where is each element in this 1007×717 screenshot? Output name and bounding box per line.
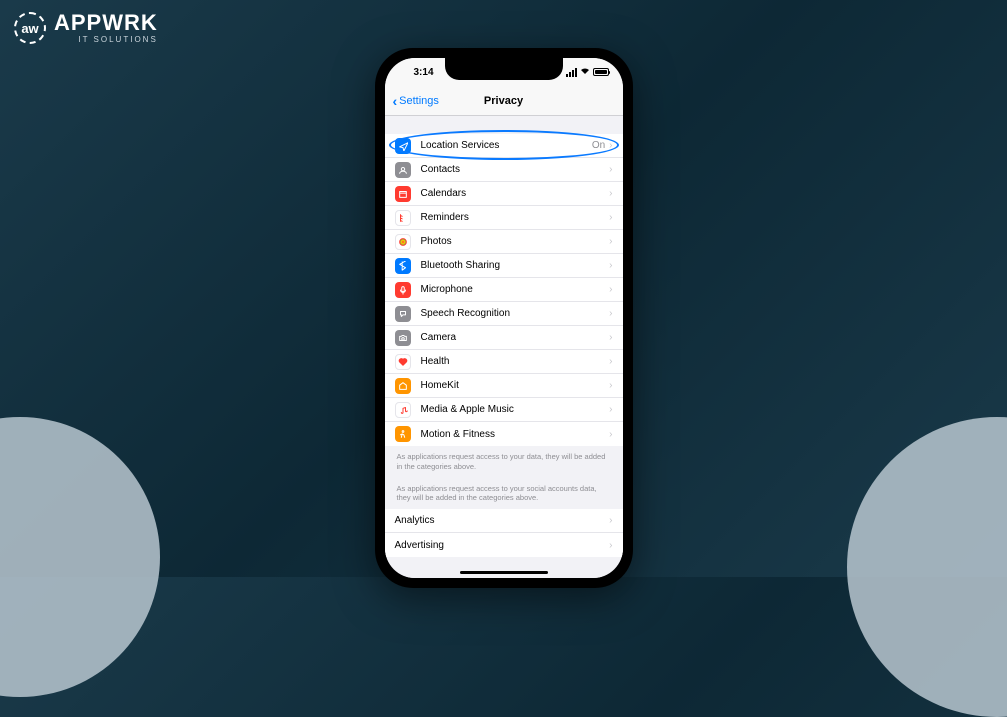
section-footer-2: As applications request access to your s… <box>385 478 623 510</box>
chevron-right-icon: › <box>609 540 612 551</box>
settings-row-advertising[interactable]: Advertising› <box>385 533 623 557</box>
homekit-icon <box>395 378 411 394</box>
settings-row-location-services[interactable]: Location ServicesOn › <box>385 134 623 158</box>
photos-icon <box>395 234 411 250</box>
brand-subtitle: IT SOLUTIONS <box>78 36 157 44</box>
chevron-right-icon: › <box>609 404 612 415</box>
privacy-categories-section: Location ServicesOn›Contacts›Calendars›R… <box>385 134 623 446</box>
row-label: Health <box>421 356 610 367</box>
phone-frame: 3:14 ‹ Settings Privacy Location Service… <box>375 48 633 588</box>
chevron-right-icon: › <box>609 332 612 343</box>
status-time: 3:14 <box>399 67 449 78</box>
row-label: Location Services <box>421 140 592 151</box>
battery-icon <box>593 68 609 76</box>
wifi-icon <box>580 67 590 77</box>
chevron-right-icon: › <box>609 188 612 199</box>
analytics-section: Analytics›Advertising› <box>385 509 623 557</box>
calendar-icon <box>395 186 411 202</box>
chevron-right-icon: › <box>609 140 612 151</box>
settings-row-reminders[interactable]: Reminders› <box>385 206 623 230</box>
chevron-right-icon: › <box>609 212 612 223</box>
chevron-right-icon: › <box>609 284 612 295</box>
brand-name: APPWRK <box>54 12 158 34</box>
settings-content[interactable]: Location ServicesOn›Contacts›Calendars›R… <box>385 116 623 578</box>
microphone-icon <box>395 282 411 298</box>
decorative-circle-right <box>847 417 1007 717</box>
brand-logo-block: aw APPWRK IT SOLUTIONS <box>14 12 158 44</box>
health-icon <box>395 354 411 370</box>
row-label: Advertising <box>395 540 610 551</box>
phone-notch <box>445 58 563 80</box>
home-indicator[interactable] <box>460 571 548 574</box>
settings-row-microphone[interactable]: Microphone› <box>385 278 623 302</box>
row-label: Microphone <box>421 284 610 295</box>
location-arrow-icon <box>395 138 411 154</box>
page-title: Privacy <box>484 95 523 107</box>
row-label: Camera <box>421 332 610 343</box>
row-label: Reminders <box>421 212 610 223</box>
chevron-right-icon: › <box>609 356 612 367</box>
phone-screen: 3:14 ‹ Settings Privacy Location Service… <box>385 58 623 578</box>
chevron-right-icon: › <box>609 429 612 440</box>
row-value: On <box>592 140 605 151</box>
settings-row-motion-fitness[interactable]: Motion & Fitness› <box>385 422 623 446</box>
speech-icon <box>395 306 411 322</box>
settings-row-media-apple-music[interactable]: Media & Apple Music› <box>385 398 623 422</box>
decorative-circle-left <box>0 417 160 697</box>
row-label: Calendars <box>421 188 610 199</box>
row-label: Bluetooth Sharing <box>421 260 610 271</box>
row-label: Speech Recognition <box>421 308 610 319</box>
navigation-bar: ‹ Settings Privacy <box>385 86 623 116</box>
back-label: Settings <box>399 95 439 107</box>
chevron-left-icon: ‹ <box>393 93 398 109</box>
signal-icon <box>566 68 577 77</box>
chevron-right-icon: › <box>609 236 612 247</box>
settings-row-bluetooth-sharing[interactable]: Bluetooth Sharing› <box>385 254 623 278</box>
row-label: Motion & Fitness <box>421 429 610 440</box>
bluetooth-icon <box>395 258 411 274</box>
chevron-right-icon: › <box>609 380 612 391</box>
row-label: Analytics <box>395 515 610 526</box>
reminders-icon <box>395 210 411 226</box>
chevron-right-icon: › <box>609 260 612 271</box>
settings-row-homekit[interactable]: HomeKit› <box>385 374 623 398</box>
motion-icon <box>395 426 411 442</box>
music-icon <box>395 402 411 418</box>
row-label: Media & Apple Music <box>421 404 610 415</box>
settings-row-analytics[interactable]: Analytics› <box>385 509 623 533</box>
camera-icon <box>395 330 411 346</box>
chevron-right-icon: › <box>609 164 612 175</box>
settings-row-health[interactable]: Health› <box>385 350 623 374</box>
brand-logo-icon: aw <box>14 12 46 44</box>
settings-row-camera[interactable]: Camera› <box>385 326 623 350</box>
row-label: Photos <box>421 236 610 247</box>
chevron-right-icon: › <box>609 515 612 526</box>
settings-row-contacts[interactable]: Contacts› <box>385 158 623 182</box>
row-label: Contacts <box>421 164 610 175</box>
settings-row-speech-recognition[interactable]: Speech Recognition› <box>385 302 623 326</box>
back-button[interactable]: ‹ Settings <box>393 93 439 109</box>
settings-row-photos[interactable]: Photos› <box>385 230 623 254</box>
chevron-right-icon: › <box>609 308 612 319</box>
row-label: HomeKit <box>421 380 610 391</box>
contacts-icon <box>395 162 411 178</box>
settings-row-calendars[interactable]: Calendars› <box>385 182 623 206</box>
section-footer-1: As applications request access to your d… <box>385 446 623 478</box>
